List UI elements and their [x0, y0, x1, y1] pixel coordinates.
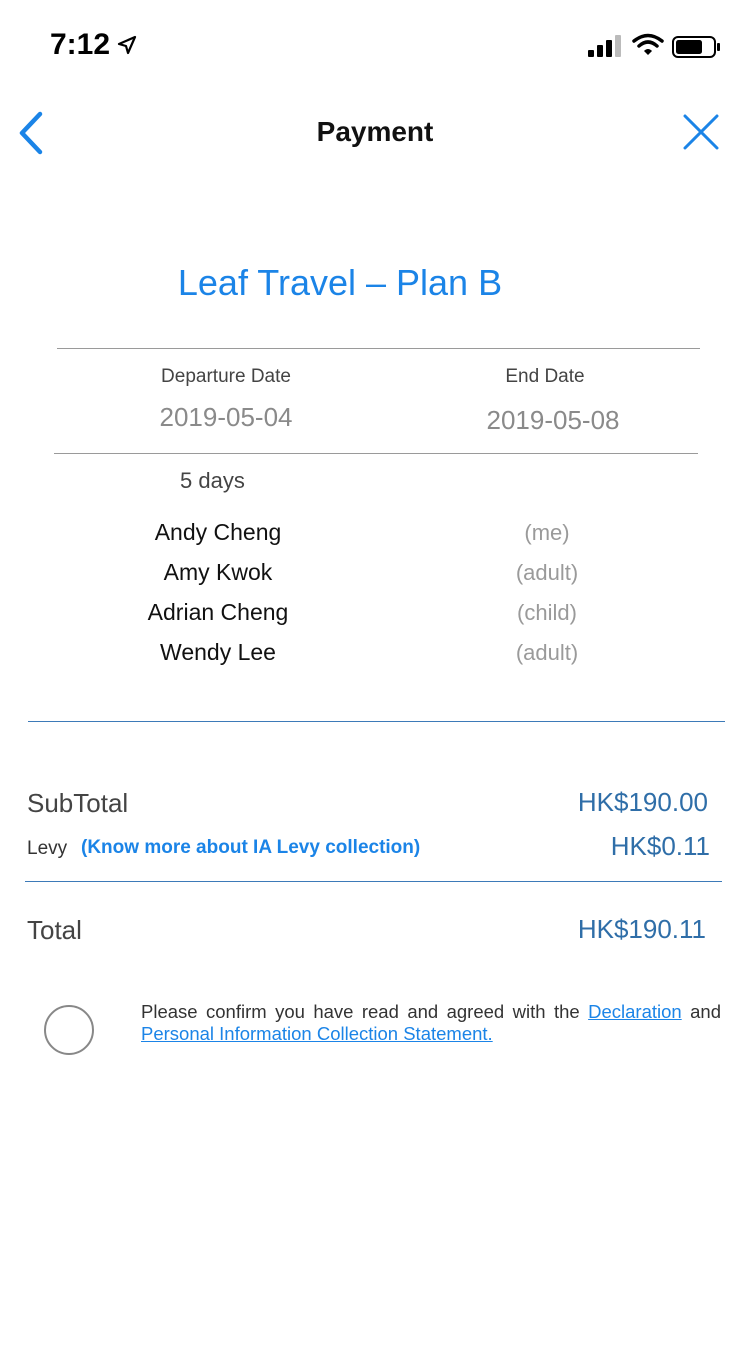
close-button[interactable]: [683, 114, 719, 155]
divider: [54, 453, 698, 454]
levy-info-link[interactable]: (Know more about IA Levy collection): [81, 837, 420, 859]
declaration-text-and: and: [681, 1001, 721, 1022]
location-arrow-icon: [117, 35, 137, 60]
total-value: HK$190.11: [577, 914, 706, 944]
agree-radio-button[interactable]: [44, 1005, 94, 1055]
page-title: Payment: [316, 116, 434, 147]
departure-date-value: 2019-05-04: [159, 402, 293, 432]
status-time: 7:12: [50, 28, 111, 61]
divider: [25, 881, 722, 882]
subtotal-value: HK$190.00: [577, 787, 708, 817]
subtotal-label: SubTotal: [27, 788, 129, 818]
traveller-name: Adrian Cheng: [147, 599, 289, 625]
traveller-role: (me): [524, 520, 570, 545]
traveller-name: Andy Cheng: [154, 519, 282, 545]
departure-date-label: Departure Date: [161, 366, 291, 387]
divider: [28, 721, 725, 722]
wifi-icon: [632, 33, 664, 62]
divider: [57, 348, 700, 349]
plan-title: Leaf Travel – Plan B: [177, 262, 503, 303]
traveller-role: (adult): [515, 560, 579, 585]
declaration-text-prefix: Please confirm you have read and agreed …: [141, 1001, 589, 1022]
trip-duration: 5 days: [180, 468, 245, 493]
total-label: Total: [27, 915, 82, 945]
traveller-role: (child): [517, 600, 577, 625]
traveller-role: (adult): [515, 640, 579, 665]
declaration-text: Please confirm you have read and agreed …: [141, 1001, 721, 1045]
cellular-signal-icon: [588, 35, 624, 62]
pics-link[interactable]: Personal Information Collection Statemen…: [141, 1023, 493, 1044]
levy-value: HK$0.11: [610, 831, 710, 861]
end-date-value: 2019-05-08: [486, 405, 620, 435]
traveller-name: Amy Kwok: [163, 559, 273, 585]
battery-icon: [672, 35, 722, 64]
declaration-link[interactable]: Declaration: [588, 1001, 682, 1022]
levy-label: Levy: [27, 838, 68, 859]
end-date-label: End Date: [505, 366, 585, 387]
traveller-name: Wendy Lee: [160, 639, 276, 665]
